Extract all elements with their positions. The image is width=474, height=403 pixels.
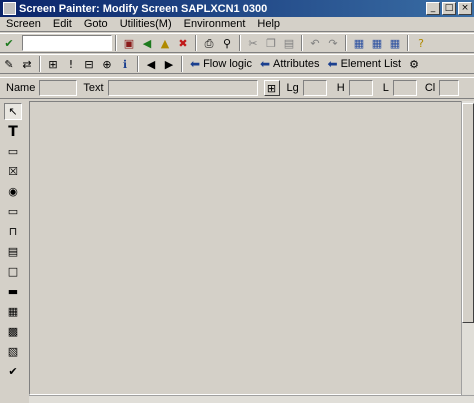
grid-icon[interactable]: ⊟ [81, 56, 97, 72]
hierarchy-icon[interactable]: ⊞ [45, 56, 61, 72]
previous-icon[interactable]: ◀ [143, 56, 159, 72]
attributes-label: Attributes [273, 58, 320, 70]
command-field[interactable] [22, 35, 112, 51]
application-toolbar: ✎ ⇄ ⊞ ! ⊟ ⊕ ℹ ◀ ▶ ⬅ Flow logic ⬅ Attribu… [0, 54, 474, 74]
custom-control-tool-icon[interactable]: ▧ [4, 343, 22, 360]
screen-canvas[interactable] [29, 101, 462, 395]
flow-logic-label: Flow logic [203, 58, 252, 70]
redo-icon[interactable]: ↷ [325, 35, 341, 51]
help-icon[interactable]: ? [413, 35, 429, 51]
minimize-icon[interactable]: _ [426, 2, 440, 15]
vertical-scrollbar[interactable] [461, 101, 474, 395]
window-controls: _ □ × [426, 2, 472, 15]
close-icon[interactable]: × [458, 2, 472, 15]
l-label: L [382, 82, 389, 94]
layout-icon-3[interactable]: ▦ [387, 35, 403, 51]
attribute-bar: Name Text ⊞ Lg H L Cl [0, 77, 474, 99]
menu-screen[interactable]: Screen [0, 18, 47, 30]
l-field[interactable] [392, 80, 417, 96]
next-icon[interactable]: ▶ [161, 56, 177, 72]
element-list-button[interactable]: ⬅ Element List [324, 57, 406, 71]
tabstrip-wizard-tool-icon[interactable]: ▤ [4, 243, 22, 260]
lg-label: Lg [286, 82, 299, 94]
select-pointer-icon[interactable]: ↖ [4, 103, 22, 120]
cl-field[interactable] [439, 80, 460, 96]
status-icon-tool-icon[interactable]: ✔ [4, 363, 22, 380]
tabstrip-tool-icon[interactable]: ⊓ [4, 223, 22, 240]
attributes-button[interactable]: ⬅ Attributes [256, 57, 324, 71]
enter-check-icon[interactable]: ✔ [1, 35, 17, 51]
dict-icon[interactable]: ⊕ [99, 56, 115, 72]
arrow-left-icon: ⬅ [190, 57, 201, 71]
flow-logic-button[interactable]: ⬅ Flow logic [186, 57, 256, 71]
layout-icon-1[interactable]: ▦ [351, 35, 367, 51]
undo-icon[interactable]: ↶ [307, 35, 323, 51]
info-icon[interactable]: ℹ [117, 56, 133, 72]
menu-edit[interactable]: Edit [47, 18, 78, 30]
scrollbar-thumb[interactable] [462, 103, 474, 323]
pushbutton-tool-icon[interactable]: ▭ [4, 203, 22, 220]
layout-settings-icon[interactable]: ⚙ [406, 56, 422, 72]
save-icon[interactable]: ▣ [121, 35, 137, 51]
menu-goto[interactable]: Goto [78, 18, 114, 30]
text-field[interactable] [107, 80, 258, 96]
text-label: Text [83, 82, 104, 94]
title-bar: Screen Painter: Modify Screen SAPLXCN1 0… [0, 0, 474, 17]
cancel-icon[interactable]: ✖ [175, 35, 191, 51]
print-icon[interactable]: ⎙ [201, 35, 217, 51]
name-field[interactable] [39, 80, 78, 96]
cl-label: Cl [424, 82, 436, 94]
radio-button-tool-icon[interactable]: ◉ [4, 183, 22, 200]
arrow-left-icon: ⬅ [259, 57, 271, 71]
display-change-icon[interactable]: ⇄ [19, 56, 35, 72]
menu-bar: Screen Edit Goto Utilities(M) Environmen… [0, 17, 474, 32]
app-icon [3, 2, 16, 15]
box-tool-icon[interactable]: □ [4, 263, 22, 280]
menu-help[interactable]: Help [251, 18, 286, 30]
menu-utilities[interactable]: Utilities(M) [114, 18, 178, 30]
horizontal-scrollbar[interactable] [29, 395, 474, 403]
back-icon[interactable]: ◀ [139, 35, 155, 51]
arrow-left-icon: ⬅ [327, 57, 338, 71]
maximize-icon[interactable]: □ [442, 2, 456, 15]
edit-mode-icon[interactable]: ✎ [1, 56, 17, 72]
h-label: H [336, 82, 345, 94]
cut-icon[interactable]: ✂ [245, 35, 261, 51]
find-icon[interactable]: ⚲ [219, 35, 235, 51]
checkbox-tool-icon[interactable]: ☒ [4, 163, 22, 180]
copy-icon[interactable]: ❐ [263, 35, 279, 51]
layout-icon-2[interactable]: ▦ [369, 35, 385, 51]
text-field-tool-icon[interactable]: T [4, 123, 22, 140]
name-label: Name [6, 82, 36, 94]
lg-field[interactable] [302, 80, 327, 96]
table-control-tool-icon[interactable]: ▦ [4, 303, 22, 320]
element-list-label: Element List [340, 58, 402, 70]
window-title: Screen Painter: Modify Screen SAPLXCN1 0… [19, 2, 268, 15]
element-palette: ↖ T ▭ ☒ ◉ ▭ ⊓ ▤ □ ▬ ▦ ▩ ▧ ✔ [4, 103, 26, 380]
subscreen-tool-icon[interactable]: ▬ [4, 283, 22, 300]
standard-toolbar: ✔ ▣ ◀ ▲ ✖ ⎙ ⚲ ✂ ❐ ▤ ↶ ↷ ▦ ▦ ▦ ? [0, 33, 474, 53]
marker-icon[interactable]: ! [63, 56, 79, 72]
text-editor-icon[interactable]: ⊞ [263, 80, 280, 96]
table-wizard-tool-icon[interactable]: ▩ [4, 323, 22, 340]
exit-icon[interactable]: ▲ [157, 35, 173, 51]
h-field[interactable] [348, 80, 373, 96]
input-field-tool-icon[interactable]: ▭ [4, 143, 22, 160]
menu-environment[interactable]: Environment [178, 18, 252, 30]
paste-icon[interactable]: ▤ [281, 35, 297, 51]
